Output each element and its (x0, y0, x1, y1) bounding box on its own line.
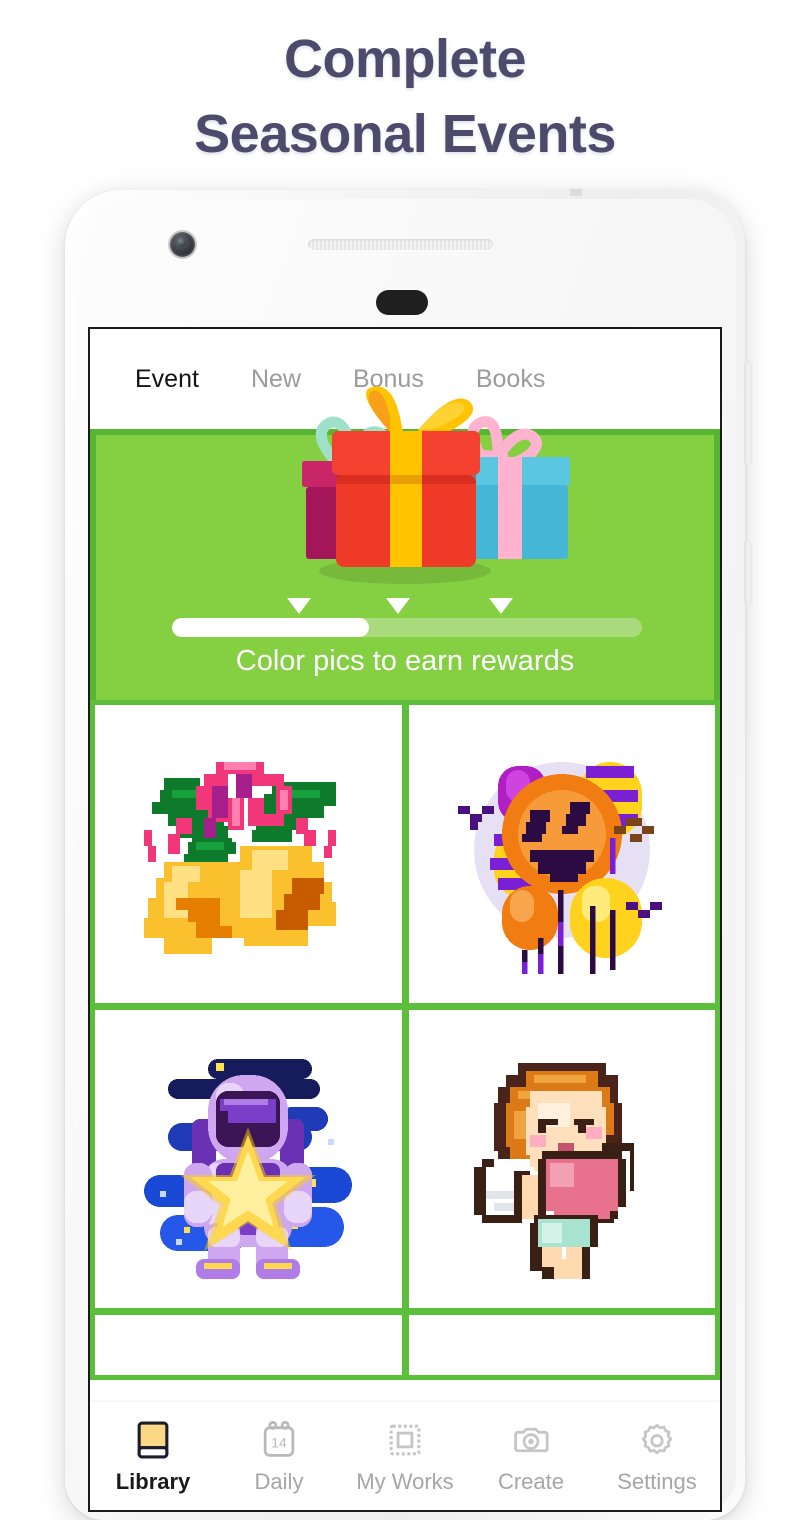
tile-cupid-heart[interactable] (408, 1010, 715, 1308)
nav-item-my-works[interactable]: My Works (342, 1418, 468, 1495)
event-banner[interactable]: Color pics to earn rewards (90, 386, 720, 700)
tab-bar: Event New Bonus Books (90, 329, 720, 429)
nav-item-library[interactable]: Library (90, 1418, 216, 1495)
home-button[interactable] (376, 290, 428, 315)
nav-label-settings: Settings (617, 1468, 697, 1494)
nav-item-create[interactable]: Create (468, 1418, 594, 1495)
tile-empty-right[interactable] (408, 1315, 715, 1375)
progress-marker-1 (286, 598, 311, 614)
progress-fill (172, 618, 370, 637)
picture-grid (90, 700, 720, 1380)
calendar-day-number: 14 (271, 1434, 287, 1450)
tab-bonus[interactable]: Bonus (353, 365, 424, 394)
headline-line-1: Complete (283, 29, 527, 89)
phone-screen: Event New Bonus Books Color pics to earn… (88, 327, 722, 1512)
headline-line-2: Seasonal Events (194, 103, 616, 164)
tile-astronaut-star[interactable] (95, 1010, 402, 1308)
event-progress (172, 596, 642, 637)
event-banner-caption: Color pics to earn rewards (235, 645, 575, 677)
tab-event[interactable]: Event (135, 365, 199, 394)
bottom-navigation: Library 14 Daily My Works Create Setting… (90, 1402, 720, 1510)
nav-label-create: Create (497, 1468, 565, 1494)
phone-power-button[interactable] (744, 542, 750, 604)
nav-item-daily[interactable]: 14 Daily (216, 1418, 342, 1495)
progress-marker-2 (385, 598, 410, 614)
phone-volume-button[interactable] (744, 362, 750, 464)
progress-marker-3 (489, 598, 513, 614)
progress-markers (172, 596, 642, 618)
earpiece-speaker (308, 239, 493, 250)
tab-new[interactable]: New (251, 365, 301, 394)
nav-label-library: Library (115, 1468, 191, 1494)
nav-label-my-works: My Works (356, 1468, 454, 1494)
front-camera-icon (170, 232, 195, 257)
nav-item-settings[interactable]: Settings (594, 1418, 720, 1495)
tile-christmas-bells[interactable] (95, 705, 402, 1003)
tile-halloween-balloons[interactable] (408, 705, 715, 1003)
nav-label-daily: Daily (254, 1468, 304, 1494)
phone-mockup: Event New Bonus Books Color pics to earn… (65, 189, 750, 1520)
page-title: Complete Seasonal Events (0, 0, 810, 171)
tab-books[interactable]: Books (476, 365, 545, 394)
tile-empty-left[interactable] (95, 1315, 402, 1375)
progress-track (172, 618, 642, 637)
phone-top-antenna-line (570, 189, 582, 196)
